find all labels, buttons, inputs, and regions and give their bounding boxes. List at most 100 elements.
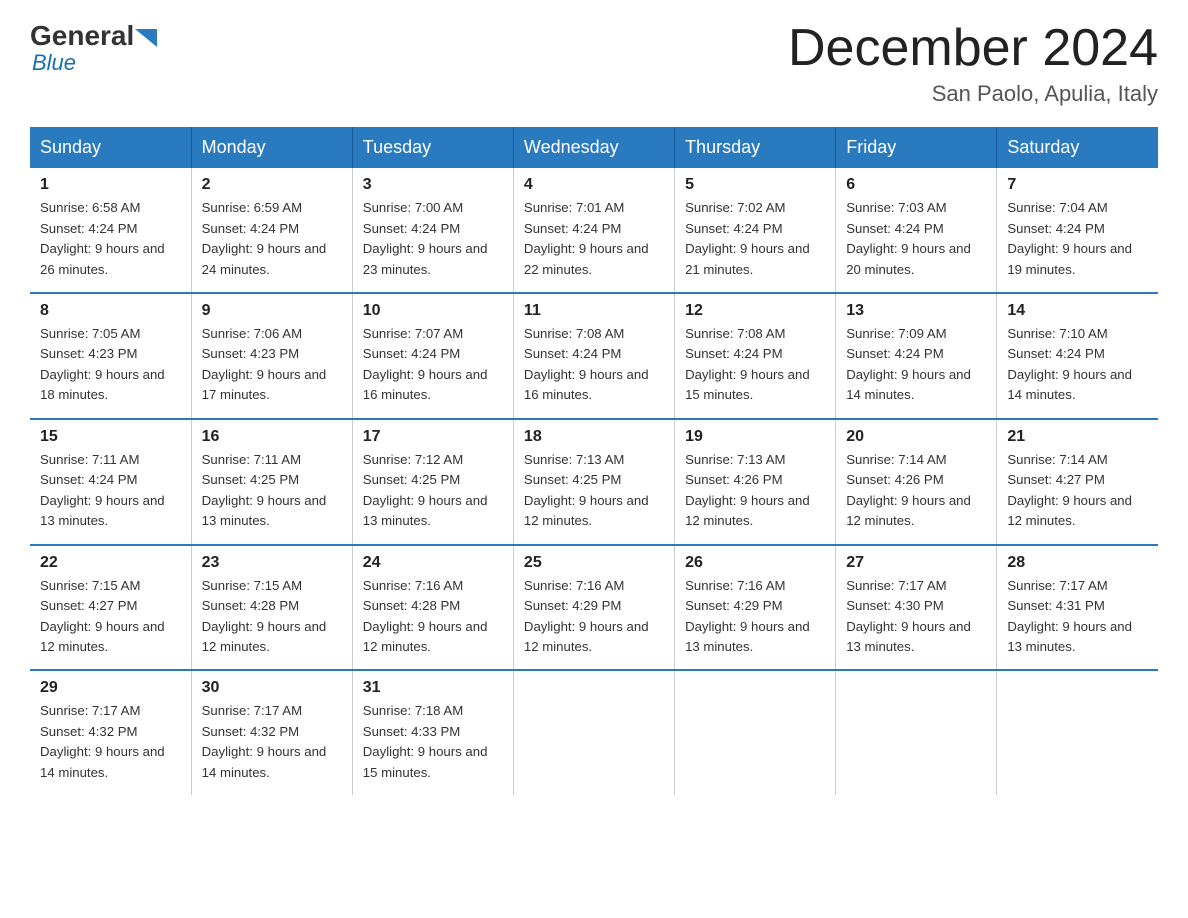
day-number: 20 <box>846 428 986 446</box>
day-info: Sunrise: 7:16 AMSunset: 4:29 PMDaylight:… <box>524 576 664 658</box>
day-number: 2 <box>202 176 342 194</box>
calendar-cell: 13 Sunrise: 7:09 AMSunset: 4:24 PMDayligh… <box>836 293 997 419</box>
day-info: Sunrise: 7:15 AMSunset: 4:27 PMDaylight:… <box>40 576 181 658</box>
day-number: 19 <box>685 428 825 446</box>
day-info: Sunrise: 7:07 AMSunset: 4:24 PMDaylight:… <box>363 324 503 406</box>
calendar-cell: 28Sunrise: 7:17 AMSunset: 4:31 PMDayligh… <box>997 545 1158 671</box>
day-number: 7 <box>1007 176 1148 194</box>
col-header-monday: Monday <box>191 127 352 168</box>
day-number: 9 <box>202 302 342 320</box>
calendar-cell: 7 Sunrise: 7:04 AMSunset: 4:24 PMDaylight… <box>997 168 1158 293</box>
day-number: 27 <box>846 554 986 572</box>
calendar-cell: 22 Sunrise: 7:15 AMSunset: 4:27 PMDayligh… <box>30 545 191 671</box>
calendar-cell: 16 Sunrise: 7:11 AMSunset: 4:25 PMDayligh… <box>191 419 352 545</box>
day-info: Sunrise: 7:17 AMSunset: 4:32 PMDaylight:… <box>40 701 181 783</box>
calendar-cell: 30 Sunrise: 7:17 AMSunset: 4:32 PMDayligh… <box>191 670 352 795</box>
day-info: Sunrise: 7:16 AMSunset: 4:28 PMDaylight:… <box>363 576 503 658</box>
day-info: Sunrise: 7:13 AMSunset: 4:26 PMDaylight:… <box>685 450 825 532</box>
calendar-cell: 6Sunrise: 7:03 AMSunset: 4:24 PMDaylight… <box>836 168 997 293</box>
day-info: Sunrise: 7:14 AMSunset: 4:26 PMDaylight:… <box>846 450 986 532</box>
title-block: December 2024 San Paolo, Apulia, Italy <box>788 20 1158 107</box>
calendar-cell: 24 Sunrise: 7:16 AMSunset: 4:28 PMDayligh… <box>352 545 513 671</box>
calendar-cell: 2 Sunrise: 6:59 AMSunset: 4:24 PMDaylight… <box>191 168 352 293</box>
day-info: Sunrise: 7:14 AMSunset: 4:27 PMDaylight:… <box>1007 450 1148 532</box>
calendar-cell: 19 Sunrise: 7:13 AMSunset: 4:26 PMDayligh… <box>675 419 836 545</box>
calendar-cell: 9 Sunrise: 7:06 AMSunset: 4:23 PMDaylight… <box>191 293 352 419</box>
logo-blue: Blue <box>32 50 76 76</box>
day-info: Sunrise: 7:17 AMSunset: 4:30 PMDaylight:… <box>846 576 986 658</box>
day-number: 15 <box>40 428 181 446</box>
day-info: Sunrise: 7:08 AMSunset: 4:24 PMDaylight:… <box>524 324 664 406</box>
calendar-cell: 8Sunrise: 7:05 AMSunset: 4:23 PMDaylight… <box>30 293 191 419</box>
day-info: Sunrise: 6:59 AMSunset: 4:24 PMDaylight:… <box>202 198 342 280</box>
calendar-cell: 17 Sunrise: 7:12 AMSunset: 4:25 PMDayligh… <box>352 419 513 545</box>
calendar-cell: 12 Sunrise: 7:08 AMSunset: 4:24 PMDayligh… <box>675 293 836 419</box>
day-info: Sunrise: 7:17 AMSunset: 4:32 PMDaylight:… <box>202 701 342 783</box>
calendar-week-3: 15Sunrise: 7:11 AMSunset: 4:24 PMDayligh… <box>30 419 1158 545</box>
day-number: 30 <box>202 679 342 697</box>
day-number: 3 <box>363 176 503 194</box>
day-number: 11 <box>524 302 664 320</box>
day-number: 16 <box>202 428 342 446</box>
day-info: Sunrise: 7:11 AMSunset: 4:25 PMDaylight:… <box>202 450 342 532</box>
day-number: 5 <box>685 176 825 194</box>
calendar-cell <box>836 670 997 795</box>
day-number: 4 <box>524 176 664 194</box>
day-info: Sunrise: 7:00 AMSunset: 4:24 PMDaylight:… <box>363 198 503 280</box>
calendar-cell: 20 Sunrise: 7:14 AMSunset: 4:26 PMDayligh… <box>836 419 997 545</box>
calendar-cell: 15Sunrise: 7:11 AMSunset: 4:24 PMDayligh… <box>30 419 191 545</box>
day-number: 18 <box>524 428 664 446</box>
calendar-cell: 23 Sunrise: 7:15 AMSunset: 4:28 PMDayligh… <box>191 545 352 671</box>
day-info: Sunrise: 7:02 AMSunset: 4:24 PMDaylight:… <box>685 198 825 280</box>
calendar-cell: 11 Sunrise: 7:08 AMSunset: 4:24 PMDayligh… <box>513 293 674 419</box>
col-header-sunday: Sunday <box>30 127 191 168</box>
day-number: 26 <box>685 554 825 572</box>
logo-general: General <box>30 20 157 52</box>
day-info: Sunrise: 7:17 AMSunset: 4:31 PMDaylight:… <box>1007 576 1148 658</box>
day-info: Sunrise: 7:09 AMSunset: 4:24 PMDaylight:… <box>846 324 986 406</box>
day-number: 13 <box>846 302 986 320</box>
day-info: Sunrise: 7:15 AMSunset: 4:28 PMDaylight:… <box>202 576 342 658</box>
col-header-tuesday: Tuesday <box>352 127 513 168</box>
day-number: 24 <box>363 554 503 572</box>
calendar-week-2: 8Sunrise: 7:05 AMSunset: 4:23 PMDaylight… <box>30 293 1158 419</box>
day-number: 10 <box>363 302 503 320</box>
day-number: 17 <box>363 428 503 446</box>
day-info: Sunrise: 7:10 AMSunset: 4:24 PMDaylight:… <box>1007 324 1148 406</box>
day-number: 23 <box>202 554 342 572</box>
calendar-cell: 10 Sunrise: 7:07 AMSunset: 4:24 PMDayligh… <box>352 293 513 419</box>
calendar-cell: 1 Sunrise: 6:58 AMSunset: 4:24 PMDaylight… <box>30 168 191 293</box>
day-number: 1 <box>40 176 181 194</box>
day-info: Sunrise: 7:18 AMSunset: 4:33 PMDaylight:… <box>363 701 503 783</box>
calendar-week-5: 29Sunrise: 7:17 AMSunset: 4:32 PMDayligh… <box>30 670 1158 795</box>
day-number: 25 <box>524 554 664 572</box>
day-number: 22 <box>40 554 181 572</box>
calendar-cell: 4Sunrise: 7:01 AMSunset: 4:24 PMDaylight… <box>513 168 674 293</box>
day-info: Sunrise: 7:12 AMSunset: 4:25 PMDaylight:… <box>363 450 503 532</box>
calendar-cell: 5 Sunrise: 7:02 AMSunset: 4:24 PMDaylight… <box>675 168 836 293</box>
calendar-cell: 14 Sunrise: 7:10 AMSunset: 4:24 PMDayligh… <box>997 293 1158 419</box>
calendar-cell: 3 Sunrise: 7:00 AMSunset: 4:24 PMDaylight… <box>352 168 513 293</box>
calendar-week-1: 1 Sunrise: 6:58 AMSunset: 4:24 PMDaylight… <box>30 168 1158 293</box>
day-number: 21 <box>1007 428 1148 446</box>
day-info: Sunrise: 7:08 AMSunset: 4:24 PMDaylight:… <box>685 324 825 406</box>
day-number: 6 <box>846 176 986 194</box>
day-info: Sunrise: 6:58 AMSunset: 4:24 PMDaylight:… <box>40 198 181 280</box>
day-info: Sunrise: 7:13 AMSunset: 4:25 PMDaylight:… <box>524 450 664 532</box>
col-header-thursday: Thursday <box>675 127 836 168</box>
calendar-cell <box>675 670 836 795</box>
day-info: Sunrise: 7:06 AMSunset: 4:23 PMDaylight:… <box>202 324 342 406</box>
calendar-cell <box>997 670 1158 795</box>
location: San Paolo, Apulia, Italy <box>788 81 1158 107</box>
col-header-friday: Friday <box>836 127 997 168</box>
calendar-cell: 21 Sunrise: 7:14 AMSunset: 4:27 PMDayligh… <box>997 419 1158 545</box>
day-info: Sunrise: 7:04 AMSunset: 4:24 PMDaylight:… <box>1007 198 1148 280</box>
day-number: 14 <box>1007 302 1148 320</box>
calendar-week-4: 22 Sunrise: 7:15 AMSunset: 4:27 PMDayligh… <box>30 545 1158 671</box>
calendar-header-row: SundayMondayTuesdayWednesdayThursdayFrid… <box>30 127 1158 168</box>
day-number: 12 <box>685 302 825 320</box>
logo: General Blue <box>30 20 157 76</box>
day-info: Sunrise: 7:16 AMSunset: 4:29 PMDaylight:… <box>685 576 825 658</box>
calendar-cell: 31Sunrise: 7:18 AMSunset: 4:33 PMDayligh… <box>352 670 513 795</box>
day-number: 8 <box>40 302 181 320</box>
